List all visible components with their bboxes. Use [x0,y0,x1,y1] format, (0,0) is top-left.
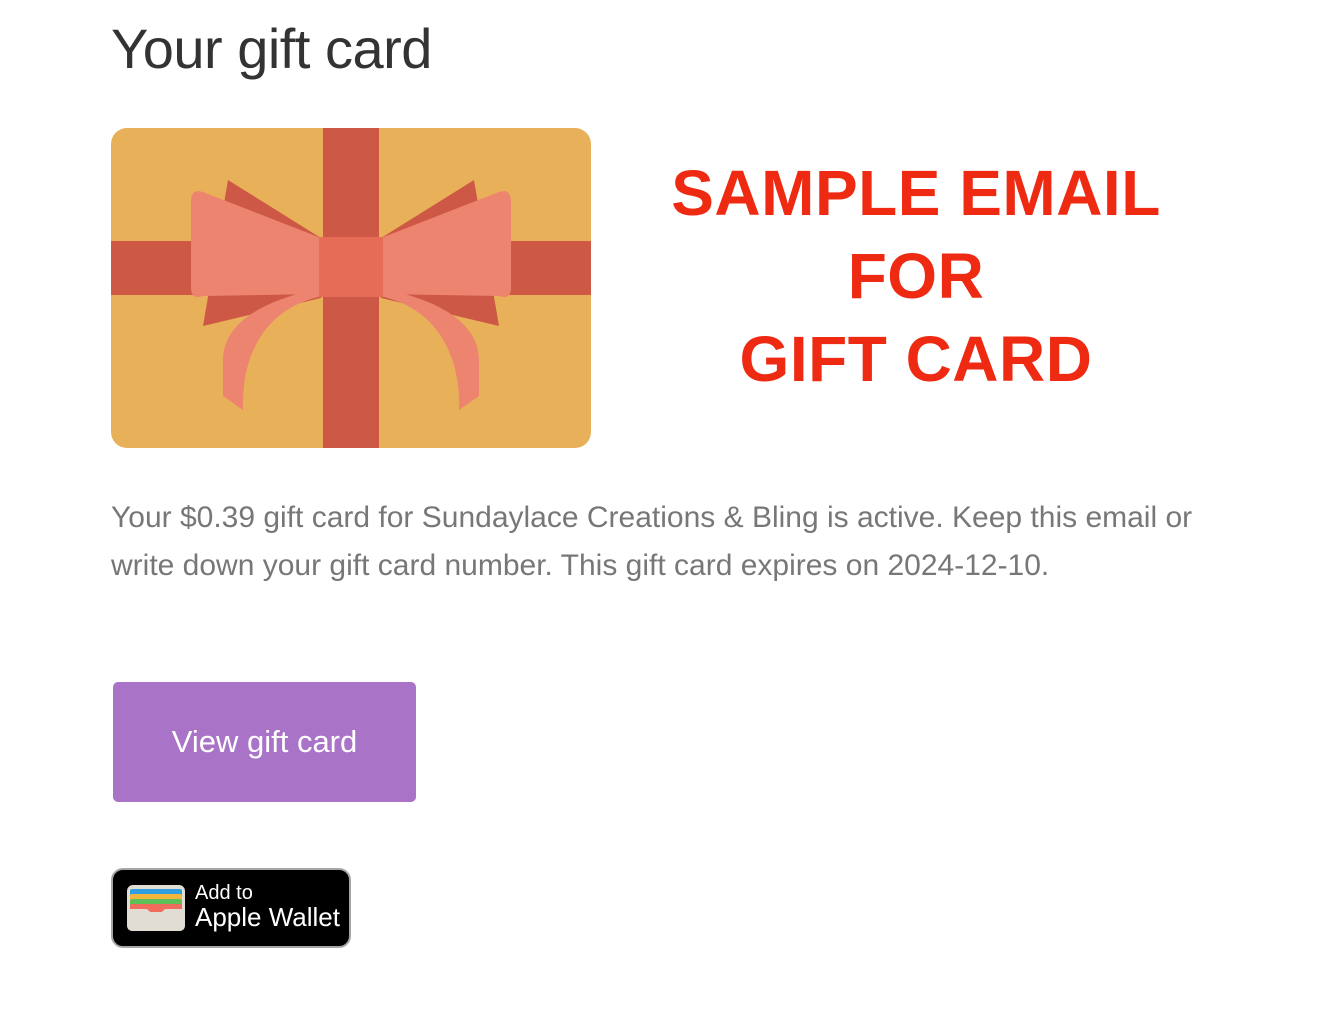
gift-card-message: Your $0.39 gift card for Sundaylace Crea… [111,501,1193,582]
page-title: Your gift card [111,17,432,80]
wallet-icon [127,885,185,931]
sample-banner-line-1: SAMPLE EMAIL [671,157,1161,229]
wallet-large-label: Apple Wallet [195,902,340,932]
gift-card-image [111,128,591,448]
sample-banner-line-3: GIFT CARD [739,323,1093,395]
wallet-small-label: Add to [195,882,253,904]
sample-email-banner: SAMPLE EMAIL FOR GIFT CARD [616,152,1216,401]
view-gift-card-label: View gift card [171,724,358,759]
sample-banner-line-2: FOR [847,240,985,312]
bow-knot [319,237,383,297]
add-to-apple-wallet-button[interactable]: Add to Apple Wallet [111,868,351,948]
view-gift-card-button[interactable]: View gift card [113,682,416,802]
